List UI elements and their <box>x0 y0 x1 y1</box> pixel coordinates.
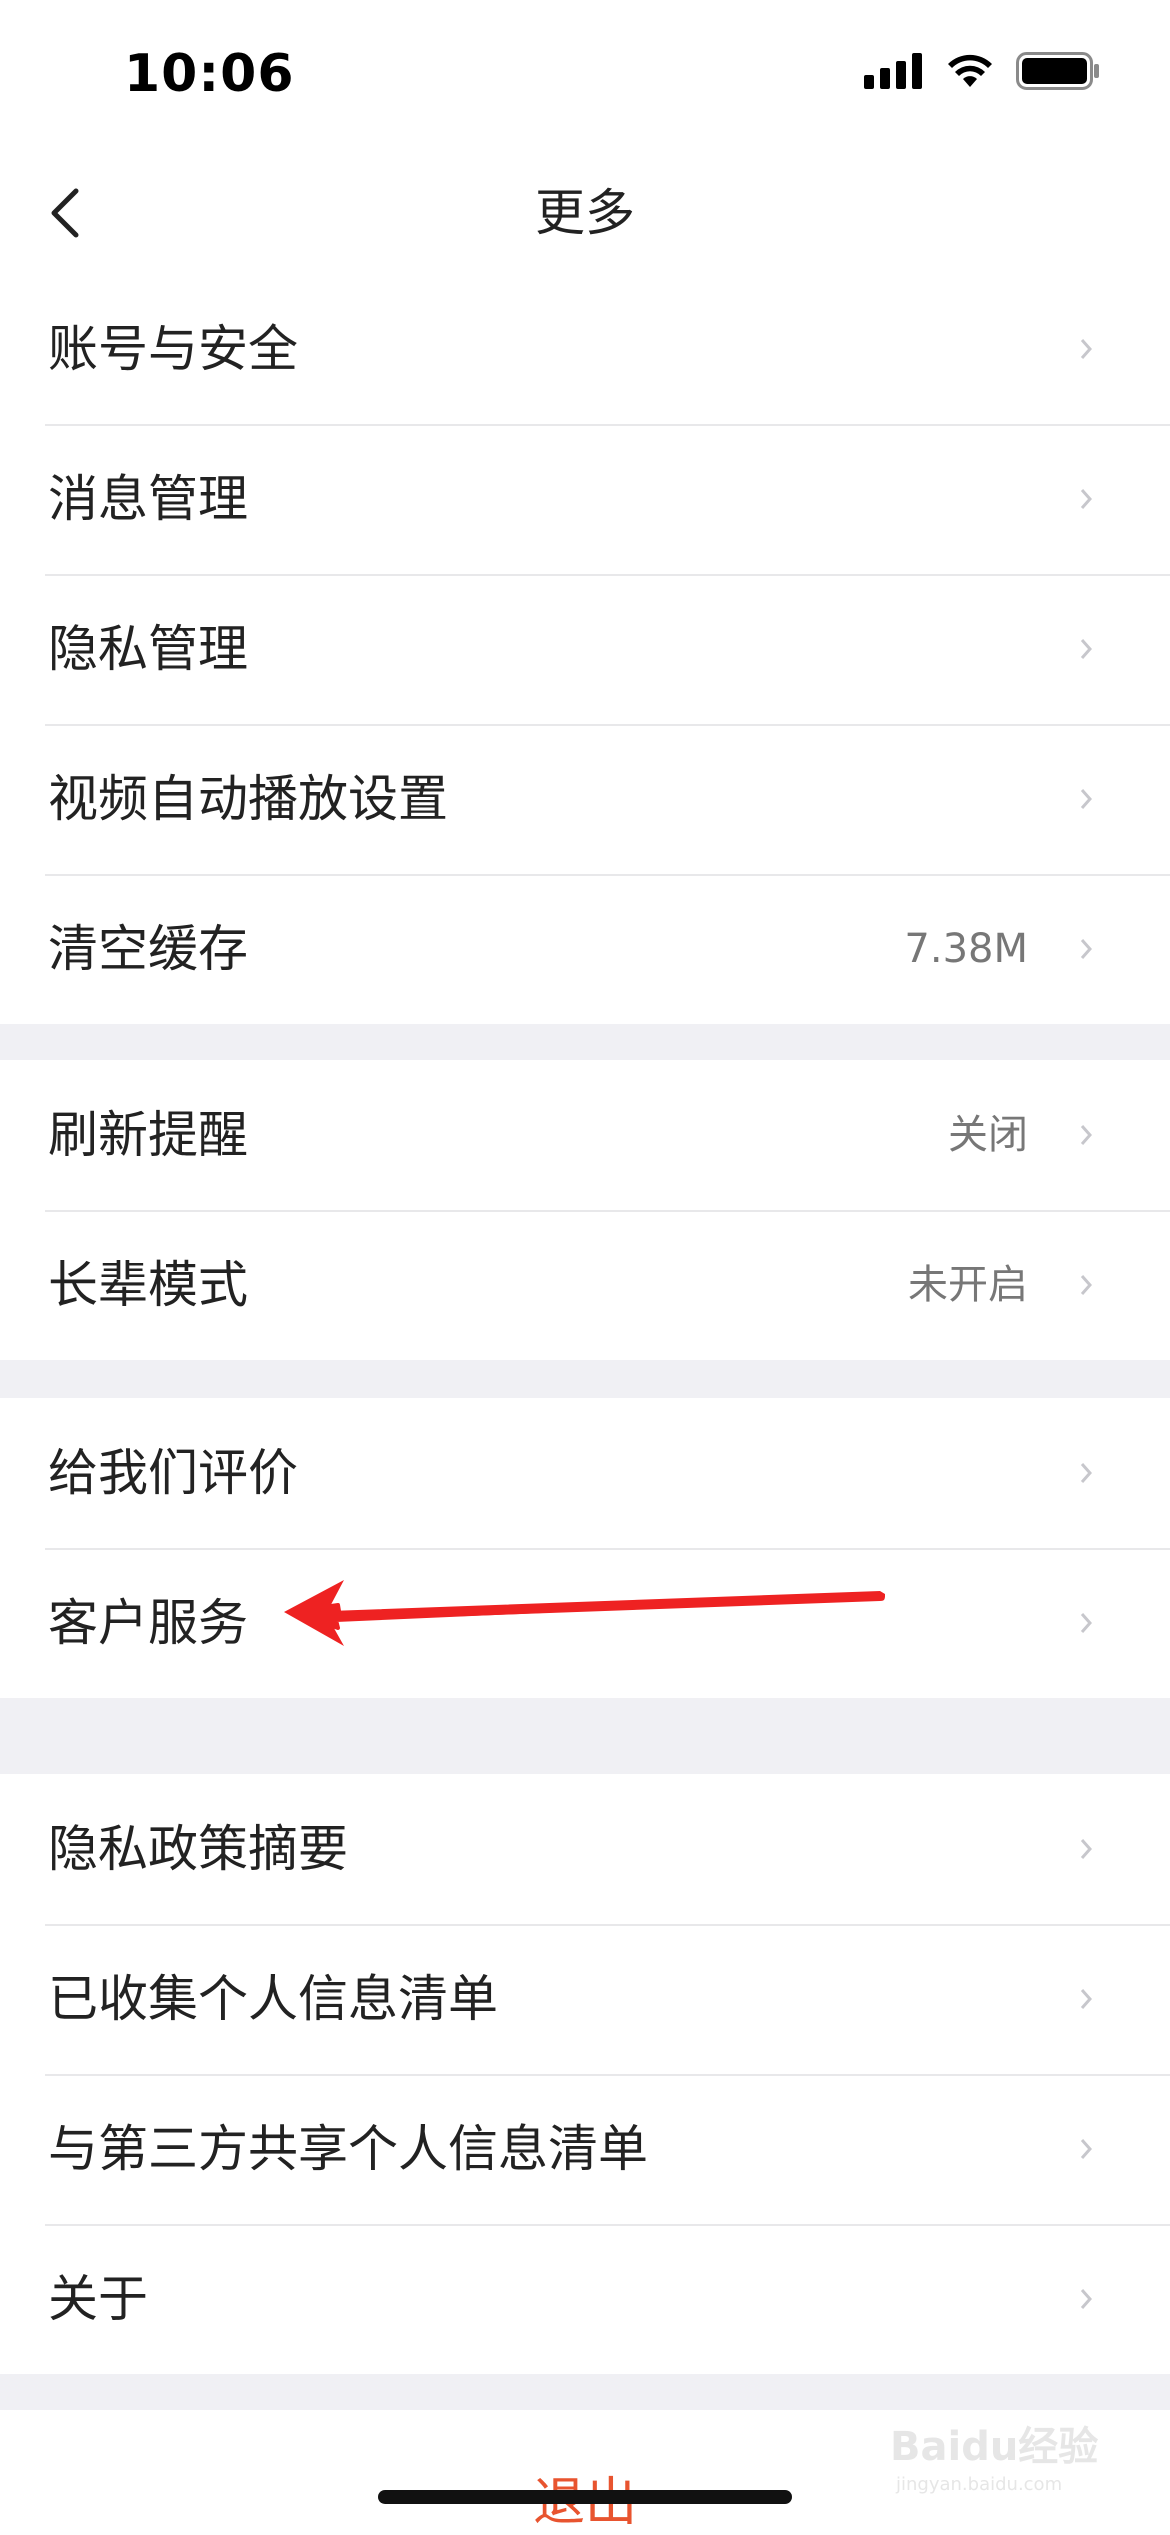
cache-size-value: 7.38M <box>904 926 1028 972</box>
list-item-clear-cache[interactable]: 清空缓存 7.38M <box>0 874 1170 1024</box>
list-item-account-security[interactable]: 账号与安全 <box>0 274 1170 424</box>
settings-section-feedback: 给我们评价 客户服务 <box>0 1398 1170 1698</box>
chevron-right-icon <box>1076 1270 1096 1300</box>
list-item-message-management[interactable]: 消息管理 <box>0 424 1170 574</box>
list-item-label: 客户服务 <box>48 1594 248 1652</box>
list-item-shared-info-list[interactable]: 与第三方共享个人信息清单 <box>0 2074 1170 2224</box>
battery-icon <box>1016 52 1099 90</box>
refresh-reminder-value: 关闭 <box>948 1112 1028 1158</box>
section-divider <box>0 2372 1170 2410</box>
page-title: 更多 <box>535 184 635 242</box>
section-divider <box>0 1022 1170 1060</box>
chevron-right-icon <box>1076 2134 1096 2164</box>
settings-section-legal: 隐私政策摘要 已收集个人信息清单 与第三方共享个人信息清单 关于 <box>0 1774 1170 2374</box>
list-item-label: 视频自动播放设置 <box>48 770 448 828</box>
chevron-right-icon <box>1076 634 1096 664</box>
list-item-label: 关于 <box>48 2270 148 2328</box>
elder-mode-value: 未开启 <box>908 1262 1028 1308</box>
list-item-customer-service[interactable]: 客户服务 <box>0 1548 1170 1698</box>
chevron-right-icon <box>1076 1458 1096 1488</box>
list-item-label: 长辈模式 <box>48 1256 248 1314</box>
list-item-about[interactable]: 关于 <box>0 2224 1170 2374</box>
list-item-rate-us[interactable]: 给我们评价 <box>0 1398 1170 1548</box>
list-item-label: 隐私政策摘要 <box>48 1820 348 1878</box>
cellular-signal-icon <box>864 53 922 89</box>
status-bar: 10:06 <box>0 0 1170 150</box>
list-item-privacy-management[interactable]: 隐私管理 <box>0 574 1170 724</box>
chevron-right-icon <box>1076 334 1096 364</box>
nav-bar: 更多 <box>0 150 1170 276</box>
list-item-label: 账号与安全 <box>48 320 298 378</box>
watermark-subtext: jingyan.baidu.com <box>895 2474 1062 2495</box>
list-item-privacy-policy-summary[interactable]: 隐私政策摘要 <box>0 1774 1170 1924</box>
list-item-label: 隐私管理 <box>48 620 248 678</box>
list-item-video-autoplay[interactable]: 视频自动播放设置 <box>0 724 1170 874</box>
watermark-logo: Baidu经验 jingyan.baidu.com <box>890 2424 1098 2495</box>
status-icons <box>864 52 1100 90</box>
chevron-right-icon <box>1076 784 1096 814</box>
wifi-icon <box>948 54 992 87</box>
chevron-right-icon <box>1076 1608 1096 1638</box>
chevron-right-icon <box>1076 2284 1096 2314</box>
home-indicator <box>378 2490 792 2504</box>
list-item-label: 清空缓存 <box>48 920 248 978</box>
watermark-text: Baidu经验 <box>890 2424 1098 2470</box>
settings-section-display: 刷新提醒 关闭 长辈模式 未开启 <box>0 1060 1170 1360</box>
chevron-right-icon <box>1076 1984 1096 2014</box>
list-item-label: 刷新提醒 <box>48 1106 248 1164</box>
status-time: 10:06 <box>124 44 295 104</box>
section-divider <box>0 1360 1170 1398</box>
chevron-right-icon <box>1076 1834 1096 1864</box>
settings-section-account: 账号与安全 消息管理 隐私管理 视频自动播放设置 清空缓存 7.38M <box>0 274 1170 1024</box>
list-item-collected-info-list[interactable]: 已收集个人信息清单 <box>0 1924 1170 2074</box>
list-item-label: 消息管理 <box>48 470 248 528</box>
list-item-label: 给我们评价 <box>48 1444 298 1502</box>
list-item-label: 已收集个人信息清单 <box>48 1970 498 2028</box>
chevron-right-icon <box>1076 934 1096 964</box>
chevron-right-icon <box>1076 484 1096 514</box>
list-item-refresh-reminder[interactable]: 刷新提醒 关闭 <box>0 1060 1170 1210</box>
section-divider <box>0 1698 1170 1774</box>
list-item-label: 与第三方共享个人信息清单 <box>48 2120 648 2178</box>
list-item-elder-mode[interactable]: 长辈模式 未开启 <box>0 1210 1170 1360</box>
chevron-right-icon <box>1076 1120 1096 1150</box>
